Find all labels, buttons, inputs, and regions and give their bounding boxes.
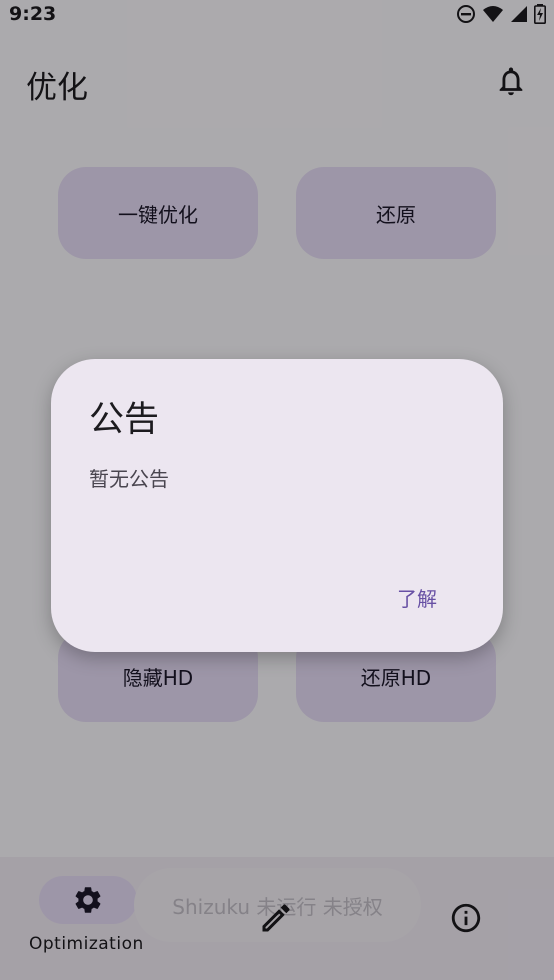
announcement-dialog: 公告 暂无公告 了解 [51,359,503,652]
dialog-title: 公告 [89,400,160,440]
dialog-body: 暂无公告 [89,467,169,491]
dialog-confirm-button[interactable]: 了解 [389,579,445,616]
app-screen: 9:23 优化 一键优化 还原 隐藏HD 还原HD Optimization S… [0,0,554,980]
